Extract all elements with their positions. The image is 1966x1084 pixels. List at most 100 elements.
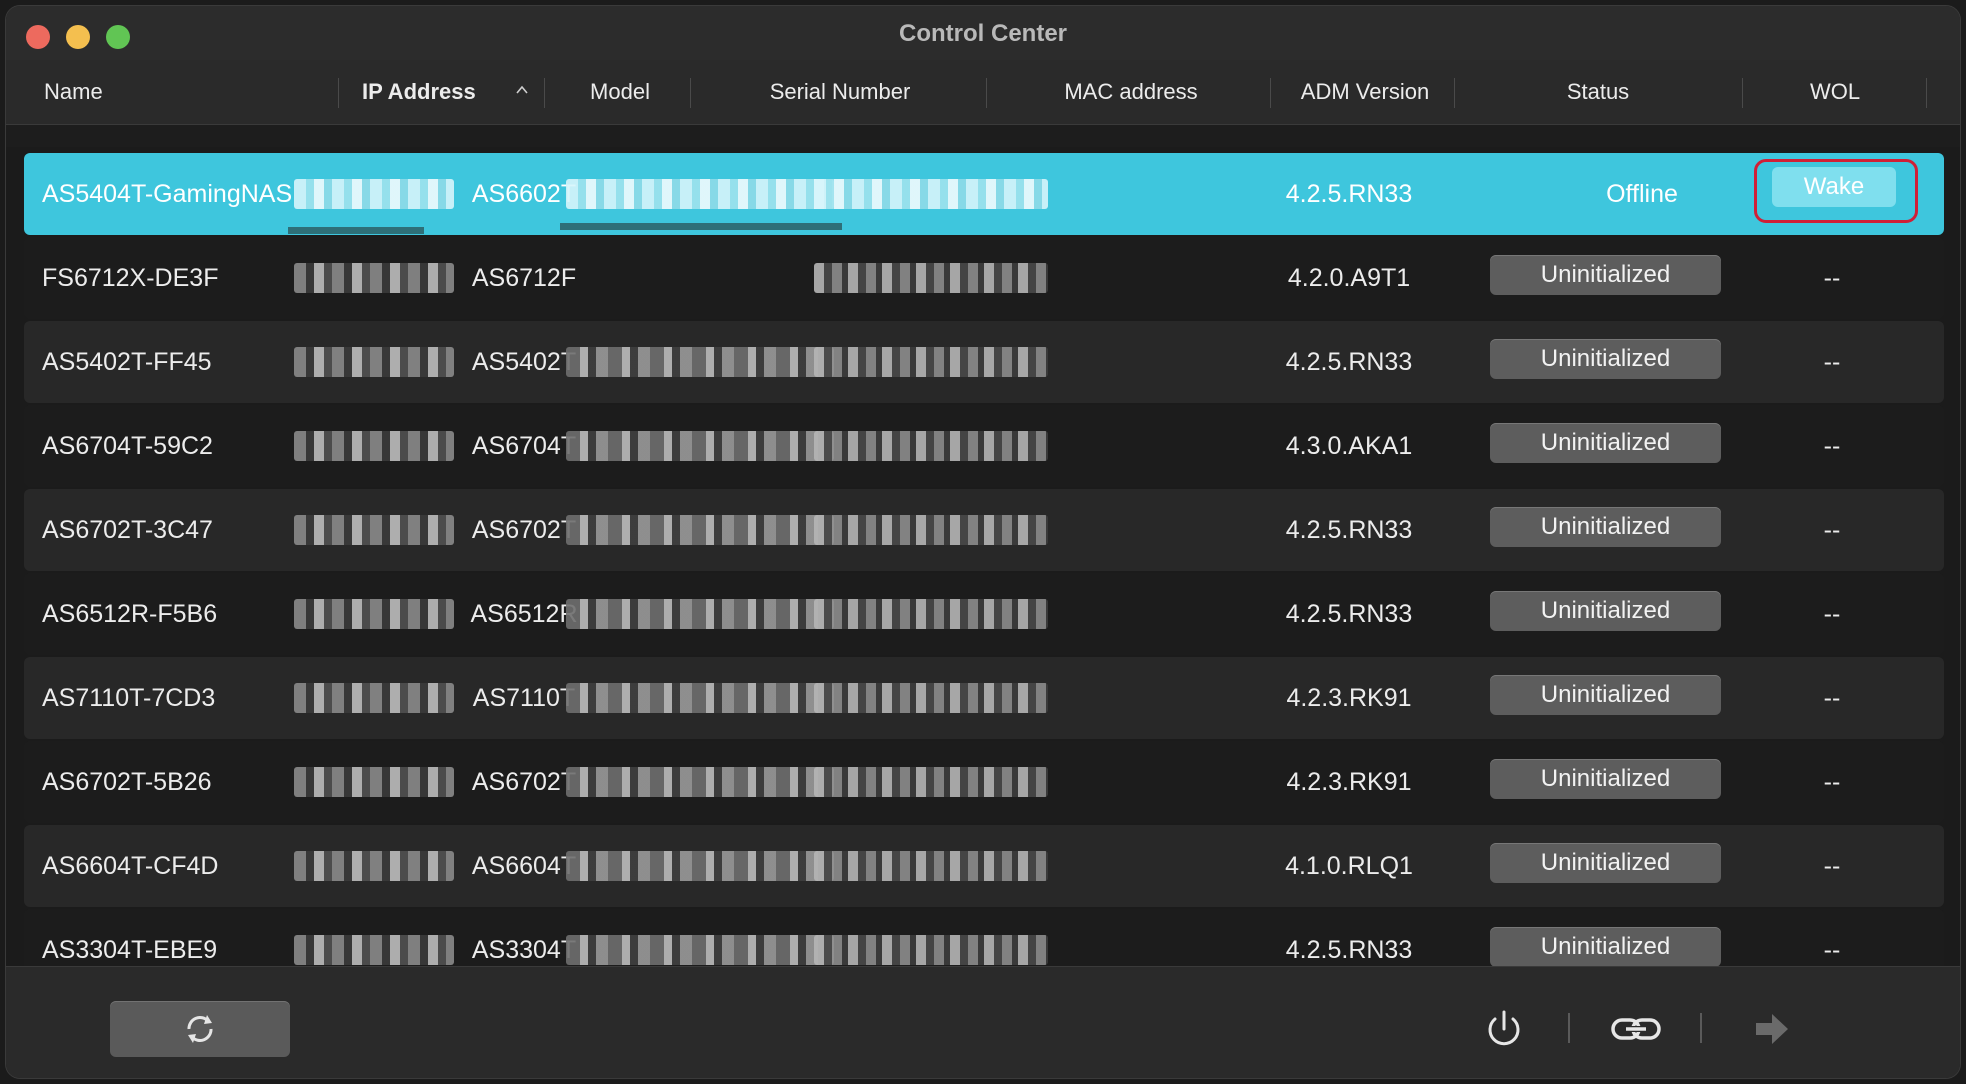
device-name: AS6704T-59C2 [42,432,213,460]
wake-button[interactable]: Wake [1772,167,1896,207]
serial-number-redacted [566,179,834,209]
device-name: AS6702T-3C47 [42,516,213,544]
toolbar-divider [1568,1013,1570,1043]
table-row[interactable]: FS6712X-DE3F AS6712F 4.2.0.A9T1 Uninitia… [24,237,1944,319]
column-header-ip-address[interactable]: IP Address [362,60,476,124]
table-row[interactable]: AS6512R-F5B6 AS6512R 4.2.5.RN33 Uninitia… [24,573,1944,655]
column-header-model[interactable]: Model [544,60,696,124]
ip-address-redacted [294,179,454,209]
status-button[interactable]: Uninitialized [1490,339,1721,379]
link-icon[interactable] [1608,1001,1664,1057]
serial-number-redacted [566,683,834,713]
ip-address-redacted [294,515,454,545]
column-header-adm-version[interactable]: ADM Version [1270,60,1460,124]
ip-underline [288,227,424,234]
mac-address-redacted [814,767,1048,797]
column-header-name[interactable]: Name [44,60,103,124]
ip-address-redacted [294,851,454,881]
status-button[interactable]: Uninitialized [1490,507,1721,547]
wol-value: -- [1823,936,1841,964]
device-name: FS6712X-DE3F [42,264,219,292]
serial-number-redacted [566,851,834,881]
device-list[interactable]: AS5404T-GamingNAS AS6602T 4.2.5.RN33 Off… [6,147,1960,966]
status-button[interactable]: Uninitialized [1490,675,1721,715]
device-name: AS3304T-EBE9 [42,936,218,964]
device-name: AS6512R-F5B6 [42,600,218,628]
table-row[interactable]: AS3304T-EBE9 AS3304T 4.2.5.RN33 Uninitia… [24,909,1944,966]
title-bar: Control Center [6,6,1960,60]
adm-version: 4.2.5.RN33 [1285,516,1413,544]
adm-version: 4.2.3.RK91 [1286,684,1412,712]
mac-address-redacted [814,431,1048,461]
arrow-right-icon[interactable] [1744,1001,1800,1057]
table-row[interactable]: AS6604T-CF4D AS6604T 4.1.0.RLQ1 Uninitia… [24,825,1944,907]
serial-number-redacted [566,347,834,377]
wol-value: -- [1823,516,1841,544]
adm-version: 4.2.5.RN33 [1285,600,1413,628]
table-row[interactable]: AS7110T-7CD3 AS7110T 4.2.3.RK91 Uninitia… [24,657,1944,739]
serial-number-redacted [566,935,834,965]
wol-value: -- [1823,264,1841,292]
status-button[interactable]: Uninitialized [1490,423,1721,463]
mac-address-redacted [814,599,1048,629]
wol-value: -- [1823,600,1841,628]
column-header-serial-number[interactable]: Serial Number [690,60,990,124]
wol-value: -- [1823,768,1841,796]
mac-address-redacted [814,683,1048,713]
column-divider[interactable] [1926,78,1927,108]
table-row[interactable]: AS6702T-3C47 AS6702T 4.2.5.RN33 Uninitia… [24,489,1944,571]
mac-address-redacted [814,347,1048,377]
refresh-button[interactable] [110,1001,290,1057]
column-header-mac-address[interactable]: MAC address [986,60,1276,124]
serial-number-redacted [566,599,834,629]
table-row[interactable]: AS6704T-59C2 AS6704T 4.3.0.AKA1 Uninitia… [24,405,1944,487]
status-button[interactable]: Uninitialized [1490,843,1721,883]
wol-value: -- [1823,852,1841,880]
partially-hidden-row [6,125,1960,147]
mac-address-redacted [814,515,1048,545]
status-button[interactable]: Uninitialized [1490,591,1721,631]
column-divider[interactable] [338,78,339,108]
device-name: AS5404T-GamingNAS [42,180,293,208]
mac-address-redacted [814,263,1048,293]
ip-address-redacted [294,263,454,293]
wol-value: -- [1823,348,1841,376]
status-button[interactable]: Uninitialized [1490,759,1721,799]
serial-number-redacted [566,515,834,545]
status-text: Offline [1606,180,1678,208]
adm-version: 4.2.3.RK91 [1286,768,1412,796]
mac-address-redacted [814,935,1048,965]
table-row-selected[interactable]: AS5404T-GamingNAS AS6602T 4.2.5.RN33 Off… [24,153,1944,235]
column-header-status[interactable]: Status [1454,60,1742,124]
ip-address-redacted [294,683,454,713]
adm-version: 4.3.0.AKA1 [1285,432,1413,460]
mac-address-redacted [814,179,1048,209]
ip-address-redacted [294,935,454,965]
table-header: Name IP Address Model Serial Number MAC … [6,60,1960,125]
power-icon[interactable] [1476,1001,1532,1057]
status-button[interactable]: Uninitialized [1490,255,1721,295]
wol-value: -- [1823,684,1841,712]
serial-underline [560,223,842,230]
table-row[interactable]: AS6702T-5B26 AS6702T 4.2.3.RK91 Uninitia… [24,741,1944,823]
device-name: AS5402T-FF45 [42,348,212,376]
table-row[interactable]: AS5402T-FF45 AS5402T 4.2.5.RN33 Uninitia… [24,321,1944,403]
ip-address-redacted [294,347,454,377]
serial-number-redacted [566,431,834,461]
adm-version: 4.1.0.RLQ1 [1285,852,1413,880]
ip-address-redacted [294,767,454,797]
refresh-icon [187,1015,213,1043]
column-header-wol[interactable]: WOL [1742,60,1928,124]
status-button[interactable]: Uninitialized [1490,927,1721,966]
footer-toolbar [6,966,1960,1078]
device-name: AS6702T-5B26 [42,768,212,796]
chevron-up-icon[interactable] [516,84,528,96]
device-model: AS6712F [471,264,577,292]
adm-version: 4.2.5.RN33 [1285,348,1413,376]
ip-address-redacted [294,599,454,629]
adm-version: 4.2.5.RN33 [1285,936,1413,964]
control-center-window: Control Center Name IP Address Model Ser… [6,6,1960,1078]
device-name: AS7110T-7CD3 [42,684,216,712]
mac-address-redacted [814,851,1048,881]
ip-address-redacted [294,431,454,461]
